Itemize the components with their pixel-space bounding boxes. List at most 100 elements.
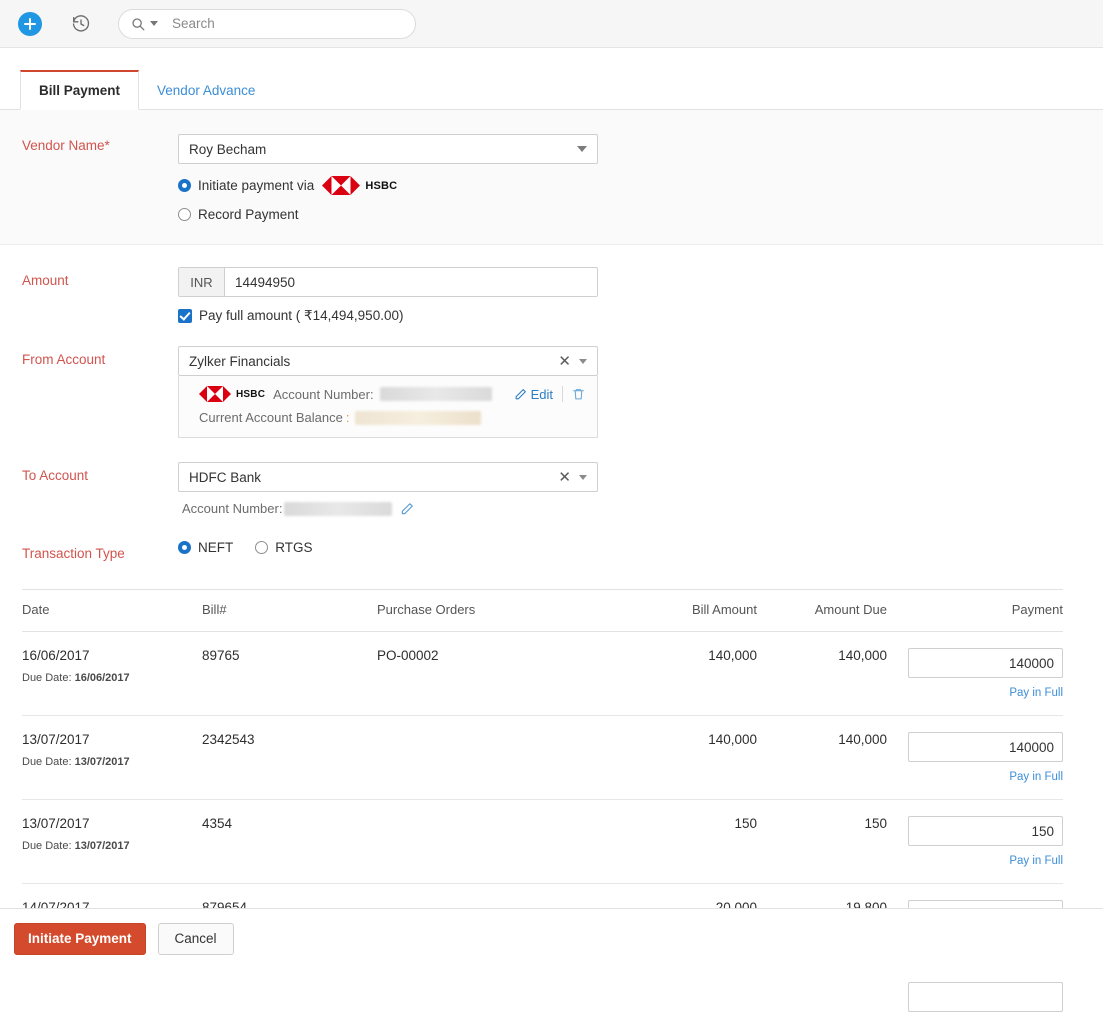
clear-x-icon[interactable]: ✕ bbox=[558, 354, 571, 369]
cell-date bbox=[22, 968, 202, 1018]
pay-in-full-link[interactable]: Pay in Full bbox=[887, 687, 1063, 699]
vendor-name-select[interactable]: Roy Becham bbox=[178, 134, 598, 164]
transaction-type-section: Transaction Type NEFT RTGS bbox=[0, 516, 1103, 561]
amount-row: Amount INR Pay full amount ( ₹14,494,950… bbox=[0, 267, 1103, 324]
chevron-down-icon bbox=[579, 475, 587, 480]
cell-bill-no: 2342543 bbox=[202, 716, 377, 800]
bill-date: 16/06/2017 bbox=[22, 648, 202, 663]
search-box[interactable] bbox=[118, 9, 416, 39]
tab-bill-payment[interactable]: Bill Payment bbox=[20, 70, 139, 110]
to-account-number-label: Account Number: bbox=[182, 501, 282, 516]
column-header-purchase-orders: Purchase Orders bbox=[377, 590, 637, 632]
from-account-section: From Account Zylker Financials ✕ bbox=[0, 324, 1103, 438]
due-date-prefix: Due Date: bbox=[22, 756, 72, 768]
radio-initiate-payment[interactable] bbox=[178, 179, 191, 192]
radio-neft[interactable] bbox=[178, 541, 191, 554]
hsbc-wordmark: HSBC bbox=[236, 389, 265, 400]
pay-full-amount-option[interactable]: Pay full amount ( ₹14,494,950.00) bbox=[178, 308, 1103, 324]
cell-payment: Pay in Full bbox=[887, 800, 1063, 884]
bill-due-date: Due Date: 13/07/2017 bbox=[22, 840, 202, 852]
tab-vendor-advance-label: Vendor Advance bbox=[157, 83, 255, 98]
plus-circle-icon[interactable] bbox=[18, 12, 42, 36]
column-header-amount-due: Amount Due bbox=[757, 590, 887, 632]
amount-input[interactable] bbox=[225, 268, 597, 296]
cell-bill-no: 4354 bbox=[202, 800, 377, 884]
due-date-value: 16/06/2017 bbox=[75, 672, 130, 684]
vendor-name-row: Vendor Name* Roy Becham Initiate payment… bbox=[0, 134, 1103, 222]
due-date-value: 13/07/2017 bbox=[75, 840, 130, 852]
current-balance-label: Current Account Balance bbox=[199, 410, 343, 425]
hsbc-hexagon-icon bbox=[322, 176, 360, 195]
chevron-down-icon bbox=[577, 146, 587, 152]
amount-section: Amount INR Pay full amount ( ₹14,494,950… bbox=[0, 245, 1103, 324]
due-date-prefix: Due Date: bbox=[22, 840, 72, 852]
column-header-payment: Payment bbox=[887, 590, 1063, 632]
clear-x-icon[interactable]: ✕ bbox=[558, 470, 571, 485]
table-row: 13/07/2017 Due Date: 13/07/2017 4354 150… bbox=[22, 800, 1063, 884]
to-account-number-redacted bbox=[284, 502, 392, 516]
rtgs-label: RTGS bbox=[275, 540, 312, 555]
cancel-button[interactable]: Cancel bbox=[158, 923, 234, 955]
top-bar bbox=[0, 0, 1103, 48]
from-account-label: From Account bbox=[0, 346, 178, 367]
cell-amount-due: 140,000 bbox=[757, 632, 887, 716]
record-payment-label: Record Payment bbox=[198, 207, 299, 222]
tab-strip: Bill Payment Vendor Advance bbox=[0, 48, 1103, 110]
cell-bill-no: 89765 bbox=[202, 632, 377, 716]
cell-payment bbox=[887, 968, 1063, 1018]
radio-rtgs[interactable] bbox=[255, 541, 268, 554]
bill-due-date: Due Date: 13/07/2017 bbox=[22, 756, 202, 768]
tab-vendor-advance[interactable]: Vendor Advance bbox=[139, 70, 273, 110]
from-account-number-redacted bbox=[380, 387, 492, 401]
vendor-name-label: Vendor Name* bbox=[0, 134, 178, 153]
table-row: 13/07/2017 Due Date: 13/07/2017 2342543 … bbox=[22, 716, 1063, 800]
search-scope-caret-icon[interactable] bbox=[150, 21, 158, 26]
amount-field[interactable]: INR bbox=[178, 267, 598, 297]
payment-input[interactable] bbox=[908, 732, 1063, 762]
bill-date: 13/07/2017 bbox=[22, 816, 202, 831]
cell-bill-amount: 140,000 bbox=[637, 632, 757, 716]
cell-purchase-order: PO-00002 bbox=[377, 632, 637, 716]
payment-mode-initiate-option[interactable]: Initiate payment via HSBC bbox=[178, 176, 1103, 195]
pencil-icon bbox=[400, 502, 414, 516]
transaction-type-row: Transaction Type NEFT RTGS bbox=[0, 542, 1103, 561]
to-account-number-row: Account Number: bbox=[178, 501, 1103, 516]
to-account-label: To Account bbox=[0, 462, 178, 483]
from-account-value: Zylker Financials bbox=[189, 354, 558, 369]
from-account-row: From Account Zylker Financials ✕ bbox=[0, 346, 1103, 438]
to-account-row: To Account HDFC Bank ✕ Account Number: bbox=[0, 462, 1103, 516]
payment-mode-record-option[interactable]: Record Payment bbox=[178, 207, 1103, 222]
cell-payment: Pay in Full bbox=[887, 716, 1063, 800]
pencil-icon bbox=[514, 388, 527, 401]
cell-amount-due bbox=[757, 968, 887, 1018]
radio-record-payment[interactable] bbox=[178, 208, 191, 221]
due-date-prefix: Due Date: bbox=[22, 672, 72, 684]
payment-input[interactable] bbox=[908, 648, 1063, 678]
search-input[interactable] bbox=[170, 15, 390, 32]
initiate-payment-button[interactable]: Initiate Payment bbox=[14, 923, 146, 955]
amount-currency-prefix: INR bbox=[179, 268, 225, 296]
table-row: 16/06/2017 Due Date: 16/06/2017 89765 PO… bbox=[22, 632, 1063, 716]
divider bbox=[562, 386, 563, 402]
cell-purchase-order bbox=[377, 968, 637, 1018]
cell-bill-amount: 140,000 bbox=[637, 716, 757, 800]
edit-to-account-button[interactable] bbox=[400, 502, 414, 516]
form-scroll-area: Vendor Name* Roy Becham Initiate payment… bbox=[0, 110, 1103, 1018]
balance-colon: : bbox=[346, 410, 350, 425]
edit-from-account-button[interactable]: Edit bbox=[514, 387, 553, 402]
history-clock-icon[interactable] bbox=[68, 11, 94, 37]
payment-input[interactable] bbox=[908, 816, 1063, 846]
from-account-details-panel: HSBC Account Number: Edit bbox=[178, 376, 598, 438]
pay-full-amount-checkbox[interactable] bbox=[178, 309, 192, 323]
hsbc-hexagon-icon bbox=[199, 386, 231, 402]
delete-from-account-button[interactable] bbox=[572, 387, 585, 401]
pay-in-full-link[interactable]: Pay in Full bbox=[887, 855, 1063, 867]
payment-input[interactable] bbox=[908, 982, 1063, 1012]
to-account-select[interactable]: HDFC Bank ✕ bbox=[178, 462, 598, 492]
from-account-select[interactable]: Zylker Financials ✕ bbox=[178, 346, 598, 376]
pay-in-full-link[interactable]: Pay in Full bbox=[887, 771, 1063, 783]
hsbc-logo: HSBC bbox=[322, 176, 397, 195]
amount-label: Amount bbox=[0, 267, 178, 288]
cell-bill-no bbox=[202, 968, 377, 1018]
cell-payment: Pay in Full bbox=[887, 632, 1063, 716]
